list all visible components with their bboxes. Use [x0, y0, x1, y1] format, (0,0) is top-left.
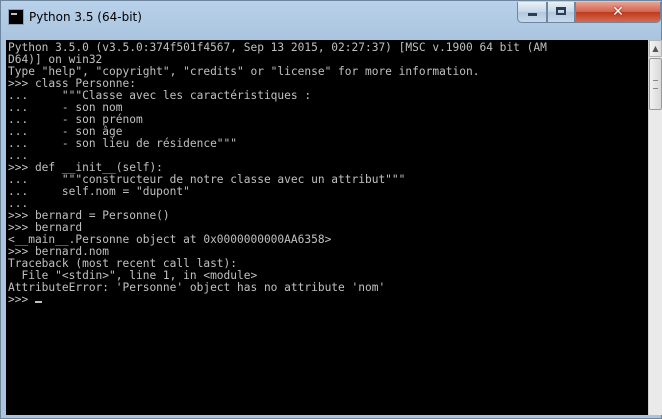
console-line: ... - son lieu de résidence""" — [8, 137, 238, 150]
maximize-button[interactable] — [547, 2, 575, 23]
close-icon: ✕ — [612, 4, 624, 20]
window-title: Python 3.5 (64-bit) — [29, 10, 142, 24]
scrollbar-thumb[interactable] — [649, 58, 662, 110]
minimize-icon — [527, 13, 537, 16]
vertical-scrollbar[interactable]: ▲ — [648, 40, 662, 415]
scroll-up-arrow-icon[interactable]: ▲ — [649, 40, 662, 57]
console-window: Python 3.5 (64-bit) ✕ Python 3.5.0 (v3.5… — [0, 0, 662, 419]
python-console-icon[interactable] — [8, 9, 24, 25]
minimize-button[interactable] — [517, 2, 547, 23]
console-line: AttributeError: 'Personne' object has no… — [8, 281, 386, 294]
text-cursor — [34, 301, 42, 303]
console-line: >>> — [8, 293, 35, 306]
console-output[interactable]: Python 3.5.0 (v3.5.0:374f501f4567, Sep 1… — [6, 40, 648, 415]
close-button[interactable]: ✕ — [575, 2, 661, 23]
title-bar[interactable]: Python 3.5 (64-bit) ✕ — [1, 1, 661, 35]
console-line: ... self.nom = "dupont" — [8, 185, 190, 198]
console-text: Python 3.5.0 (v3.5.0:374f501f4567, Sep 1… — [8, 42, 648, 306]
maximize-icon — [556, 7, 566, 15]
